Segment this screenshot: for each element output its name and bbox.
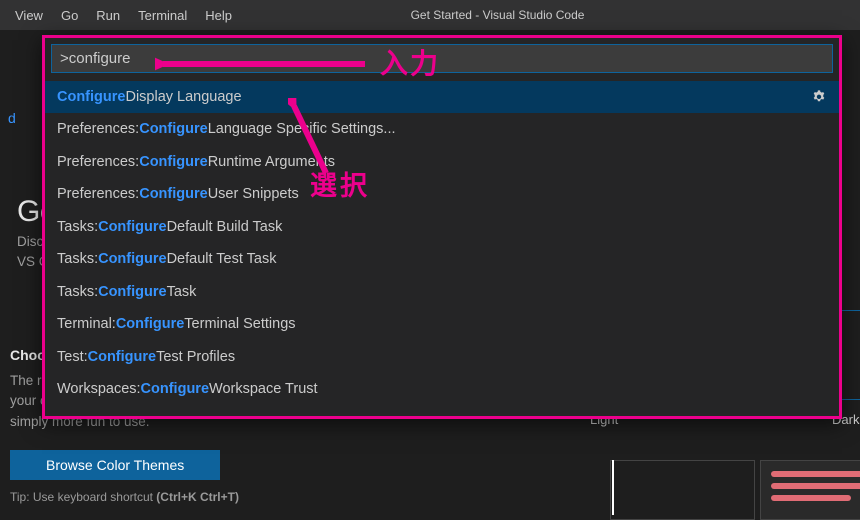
palette-item-6[interactable]: Tasks: Configure Task (45, 276, 839, 308)
palette-item-4[interactable]: Tasks: Configure Default Build Task (45, 211, 839, 243)
palette-item-3[interactable]: Preferences: Configure User Snippets (45, 178, 839, 210)
gear-icon[interactable] (811, 89, 827, 105)
partial-text: d (8, 110, 16, 126)
palette-item-1[interactable]: Preferences: Configure Language Specific… (45, 113, 839, 145)
command-palette-list: Configure Display LanguagePreferences: C… (45, 79, 839, 416)
palette-item-7[interactable]: Terminal: Configure Terminal Settings (45, 308, 839, 340)
palette-item-2[interactable]: Preferences: Configure Runtime Arguments (45, 146, 839, 178)
theme-preview-extra-1[interactable] (610, 460, 755, 520)
menu-go[interactable]: Go (52, 4, 87, 27)
menu-help[interactable]: Help (196, 4, 241, 27)
menu-view[interactable]: View (6, 4, 52, 27)
theme-tip: Tip: Use keyboard shortcut (Ctrl+K Ctrl+… (10, 490, 350, 504)
browse-color-themes-button[interactable]: Browse Color Themes (10, 450, 220, 480)
theme-preview-extra-2[interactable] (760, 460, 860, 520)
palette-item-5[interactable]: Tasks: Configure Default Test Task (45, 243, 839, 275)
palette-item-9[interactable]: Workspaces: Configure Workspace Trust (45, 373, 839, 405)
menu-bar: View Go Run Terminal Help Get Started - … (0, 0, 860, 30)
menu-run[interactable]: Run (87, 4, 129, 27)
annotation-label-select: 選択 (310, 164, 370, 203)
command-palette: Configure Display LanguagePreferences: C… (42, 35, 842, 419)
menu-terminal[interactable]: Terminal (129, 4, 196, 27)
palette-item-8[interactable]: Test: Configure Test Profiles (45, 341, 839, 373)
annotation-label-input: 入力 (380, 42, 440, 82)
separator (612, 460, 614, 515)
command-palette-input[interactable] (51, 44, 833, 73)
window-title: Get Started - Visual Studio Code (241, 8, 854, 22)
palette-item-0[interactable]: Configure Display Language (45, 81, 839, 113)
